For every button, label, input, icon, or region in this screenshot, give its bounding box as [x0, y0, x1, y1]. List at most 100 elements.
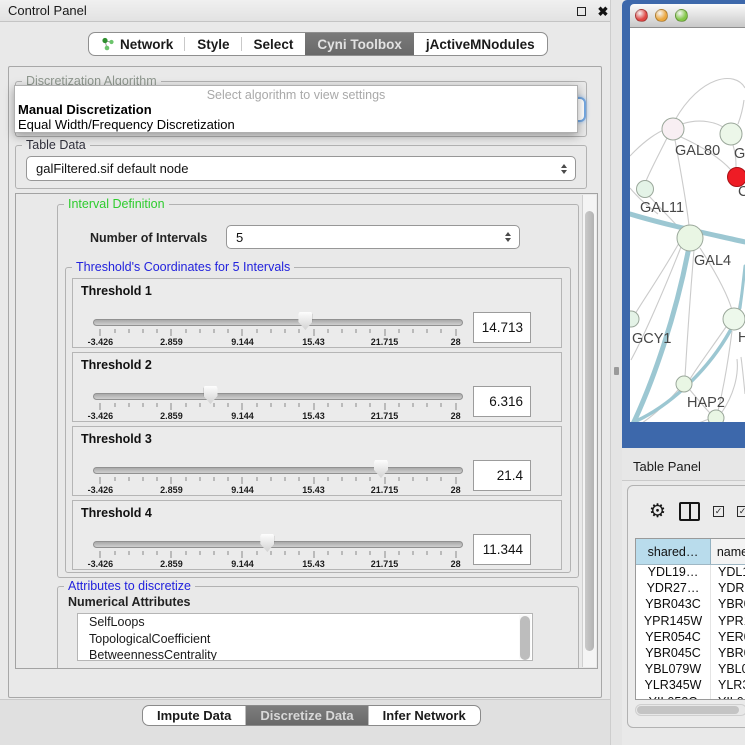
- table-row[interactable]: YPR145WYPR1: [636, 614, 745, 630]
- attribute-list-item[interactable]: BetweennessCentrality: [78, 647, 532, 661]
- tab-style[interactable]: Style: [185, 33, 241, 55]
- cell-shared-name[interactable]: YDL19…: [636, 565, 711, 581]
- table-panel-body: ⚙ ✓ ✓ shared… name YDL19…YDL1YDR27…YDR2Y…: [627, 485, 745, 728]
- table-row[interactable]: YDL19…YDL1: [636, 565, 745, 581]
- cell-name[interactable]: YBR0: [711, 646, 745, 662]
- table-row[interactable]: YDR27…YDR2: [636, 581, 745, 597]
- cell-name[interactable]: YER0: [711, 630, 745, 646]
- column-header-name[interactable]: name: [711, 539, 745, 564]
- number-of-intervals-combobox[interactable]: 5: [226, 225, 520, 249]
- slider-thumb[interactable]: [204, 386, 218, 404]
- gear-icon[interactable]: ⚙: [649, 502, 666, 521]
- numerical-attributes-list[interactable]: SelfLoopsTopologicalCoefficientBetweenne…: [77, 613, 533, 661]
- cell-shared-name[interactable]: YDR27…: [636, 581, 711, 597]
- slider-track[interactable]: [93, 393, 463, 400]
- network-edge[interactable]: [738, 100, 744, 124]
- tab-infer-network[interactable]: Infer Network: [369, 706, 480, 725]
- cell-shared-name[interactable]: YBR045C: [636, 646, 711, 662]
- network-edge[interactable]: [682, 121, 727, 130]
- zoom-window-button[interactable]: [675, 9, 688, 22]
- table-row[interactable]: YBR045CYBR0: [636, 646, 745, 662]
- checkbox-icon[interactable]: ✓: [737, 506, 745, 517]
- network-edge[interactable]: [635, 243, 679, 314]
- dropdown-option-equal-width-frequency[interactable]: Equal Width/Frequency Discretization: [17, 117, 575, 132]
- slider-thumb[interactable]: [374, 460, 388, 478]
- cell-name[interactable]: YLR3: [711, 678, 745, 694]
- slider-tick-label: 28: [451, 411, 461, 421]
- checkbox-icon[interactable]: ✓: [713, 506, 724, 517]
- tab-network[interactable]: Network: [89, 33, 185, 55]
- minimize-window-button[interactable]: [655, 9, 668, 22]
- threshold-value-field[interactable]: 6.316: [473, 386, 531, 417]
- tab-impute-data[interactable]: Impute Data: [143, 706, 246, 725]
- slider-track[interactable]: [93, 319, 463, 326]
- table-row[interactable]: YIL053CYIL0: [636, 695, 745, 701]
- cell-shared-name[interactable]: YPR145W: [636, 614, 711, 630]
- cell-name[interactable]: YDR2: [711, 581, 745, 597]
- network-edge[interactable]: [690, 327, 726, 379]
- slider-tick: [412, 329, 413, 333]
- threshold-slider[interactable]: -3.4262.8599.14415.4321.71528: [93, 501, 463, 571]
- threshold-value-field[interactable]: 11.344: [473, 534, 531, 565]
- cell-name[interactable]: YDL1: [711, 565, 745, 581]
- cell-name[interactable]: YBL0: [711, 662, 745, 678]
- cell-shared-name[interactable]: YIL053C: [636, 695, 711, 701]
- network-node[interactable]: [723, 308, 745, 330]
- table-horizontal-scrollbar[interactable]: [635, 704, 745, 716]
- threshold-slider[interactable]: -3.4262.8599.14415.4321.71528: [93, 353, 463, 423]
- cell-shared-name[interactable]: YER054C: [636, 630, 711, 646]
- network-edge[interactable]: [630, 129, 666, 156]
- columns-icon[interactable]: [679, 502, 700, 521]
- tab-cyni-toolbox[interactable]: Cyni Toolbox: [305, 33, 414, 55]
- network-edge-highlighted[interactable]: [740, 266, 745, 308]
- network-edge[interactable]: [741, 357, 745, 394]
- network-node[interactable]: [708, 410, 724, 422]
- network-node[interactable]: [637, 181, 654, 198]
- panel-vertical-scrollbar[interactable]: [582, 195, 596, 667]
- table-row[interactable]: YLR345WYLR3: [636, 678, 745, 694]
- slider-track[interactable]: [93, 541, 463, 548]
- table-row[interactable]: YBR043CYBR0: [636, 597, 745, 613]
- dropdown-option-manual-discretization[interactable]: Manual Discretization: [17, 102, 575, 117]
- cell-name[interactable]: YPR1: [711, 614, 745, 630]
- table-row[interactable]: YBL079WYBL0: [636, 662, 745, 678]
- cell-name[interactable]: YIL0: [711, 695, 745, 701]
- network-node[interactable]: [630, 311, 639, 327]
- table-row[interactable]: YER054CYER0: [636, 630, 745, 646]
- network-canvas[interactable]: GAL80GACGAL11GAL4GCY1HHAP2: [630, 28, 745, 422]
- table-data-combobox[interactable]: galFiltered.sif default node: [26, 156, 576, 181]
- network-node[interactable]: [720, 123, 742, 145]
- network-node[interactable]: [677, 225, 703, 251]
- list-scrollbar[interactable]: [519, 615, 531, 659]
- cell-shared-name[interactable]: YLR345W: [636, 678, 711, 694]
- threshold-slider[interactable]: -3.4262.8599.14415.4321.71528: [93, 279, 463, 349]
- network-edge[interactable]: [675, 79, 745, 120]
- node-table[interactable]: shared… name YDL19…YDL1YDR27…YDR2YBR043C…: [635, 538, 745, 700]
- slider-thumb[interactable]: [298, 312, 312, 330]
- threshold-value-field[interactable]: 21.4: [473, 460, 531, 491]
- slider-tick: [441, 329, 442, 333]
- attribute-list-item[interactable]: SelfLoops: [78, 614, 532, 631]
- network-window-titlebar[interactable]: [630, 4, 745, 28]
- slider-track[interactable]: [93, 467, 463, 474]
- attribute-list-item[interactable]: TopologicalCoefficient: [78, 631, 532, 648]
- divider-handle[interactable]: [614, 367, 619, 375]
- cell-shared-name[interactable]: YBR043C: [636, 597, 711, 613]
- number-of-intervals-value: 5: [236, 230, 243, 245]
- float-window-button[interactable]: [574, 4, 588, 18]
- network-edge[interactable]: [646, 138, 667, 181]
- close-panel-button[interactable]: ✖: [596, 4, 610, 18]
- tab-jactivemnodules[interactable]: jActiveMNodules: [414, 33, 547, 55]
- cell-name[interactable]: YBR0: [711, 597, 745, 613]
- threshold-value-field[interactable]: 14.713: [473, 312, 531, 343]
- slider-tick: [199, 477, 200, 481]
- close-window-button[interactable]: [635, 9, 648, 22]
- slider-thumb[interactable]: [260, 534, 274, 552]
- tab-discretize-data[interactable]: Discretize Data: [246, 706, 368, 725]
- cell-shared-name[interactable]: YBL079W: [636, 662, 711, 678]
- network-node[interactable]: [662, 118, 684, 140]
- column-header-shared-name[interactable]: shared…: [636, 539, 711, 564]
- network-node[interactable]: [676, 376, 692, 392]
- tab-select[interactable]: Select: [242, 33, 306, 55]
- threshold-slider[interactable]: -3.4262.8599.14415.4321.71528: [93, 427, 463, 497]
